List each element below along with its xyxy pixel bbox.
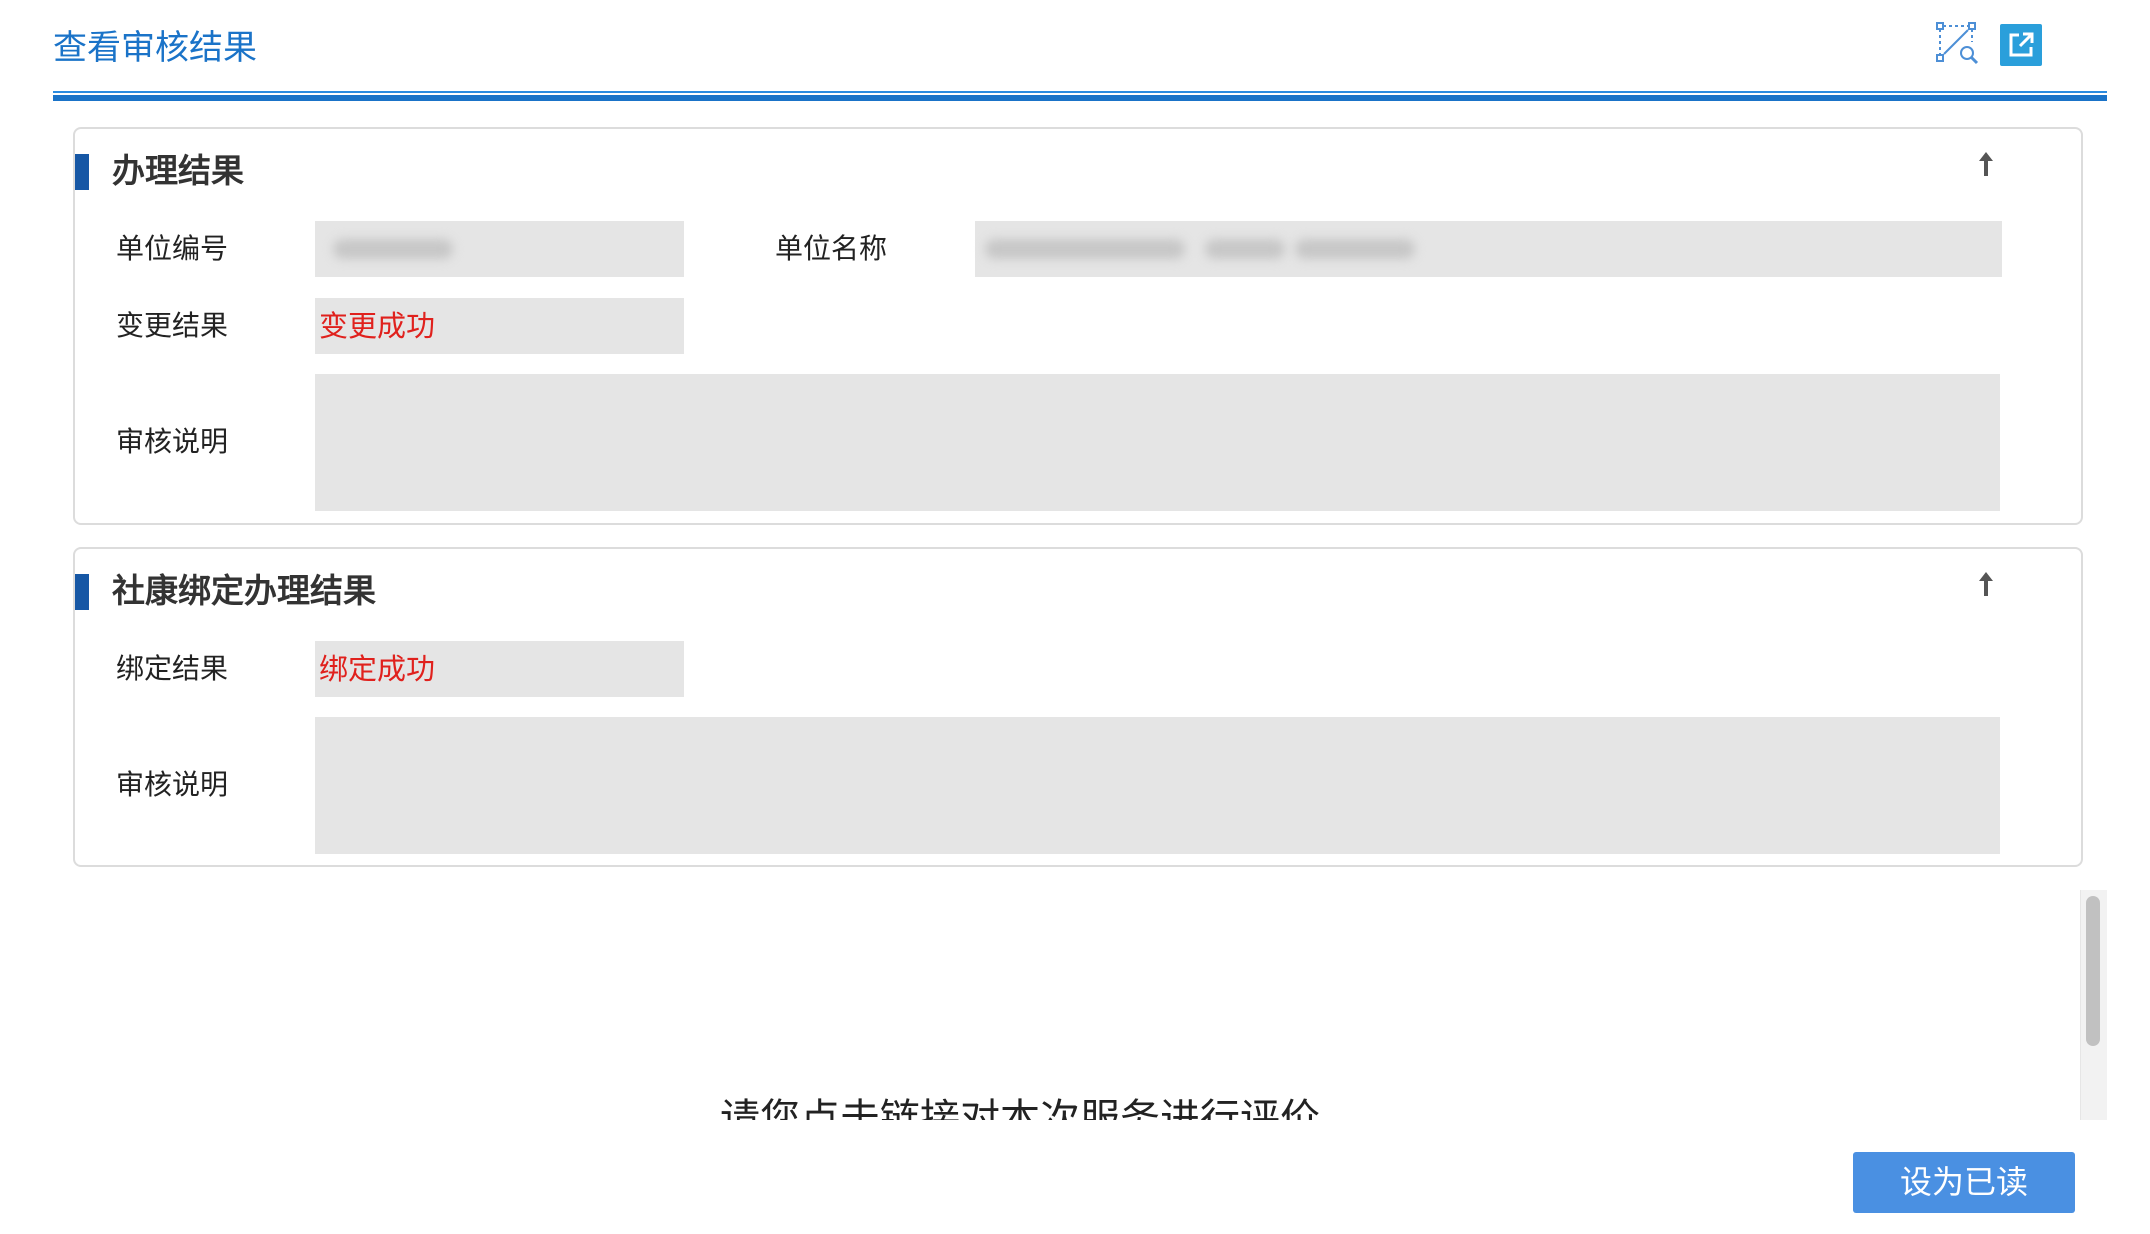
- binding-section: 社康绑定办理结果 绑定结果 绑定成功 审核说明: [73, 547, 2083, 867]
- evaluation-prompt[interactable]: 请您点击链接对本次服务进行评价: [720, 1094, 1320, 1120]
- review-note-label: 审核说明: [116, 425, 229, 458]
- bind-result-value: 绑定成功: [315, 641, 684, 697]
- unit-code-field: [315, 221, 684, 277]
- scrollbar-thumb[interactable]: [2086, 896, 2100, 1046]
- collapse-arrow-icon[interactable]: [1971, 569, 2001, 609]
- section-marker: [75, 574, 89, 610]
- fit-window-icon[interactable]: [1934, 20, 1980, 66]
- unit-code-label: 单位编号: [116, 232, 229, 265]
- section-marker: [75, 154, 89, 190]
- title-divider: [53, 91, 2107, 93]
- evaluation-prompt-container: 请您点击链接对本次服务进行评价: [720, 1080, 1440, 1120]
- binding-section-title: 社康绑定办理结果: [112, 571, 376, 610]
- unit-name-field: [975, 221, 2002, 277]
- result-section-title: 办理结果: [112, 151, 244, 190]
- title-divider-accent: [53, 95, 2107, 101]
- result-section: 办理结果 单位编号 单位名称 变更结果 变更成功 审核说明: [73, 127, 2083, 525]
- unit-name-label: 单位名称: [775, 232, 888, 265]
- open-external-icon[interactable]: [2000, 24, 2042, 66]
- change-result-value: 变更成功: [315, 298, 684, 354]
- review-note-field: [315, 374, 2000, 511]
- review-note-label: 审核说明: [116, 768, 229, 801]
- change-result-label: 变更结果: [116, 309, 229, 342]
- dialog-title: 查看审核结果: [53, 28, 257, 68]
- scrollbar[interactable]: [2080, 890, 2107, 1120]
- collapse-arrow-icon[interactable]: [1971, 149, 2001, 189]
- review-note-field: [315, 717, 2000, 854]
- bind-result-label: 绑定结果: [116, 652, 229, 685]
- mark-read-button[interactable]: 设为已读: [1853, 1152, 2075, 1213]
